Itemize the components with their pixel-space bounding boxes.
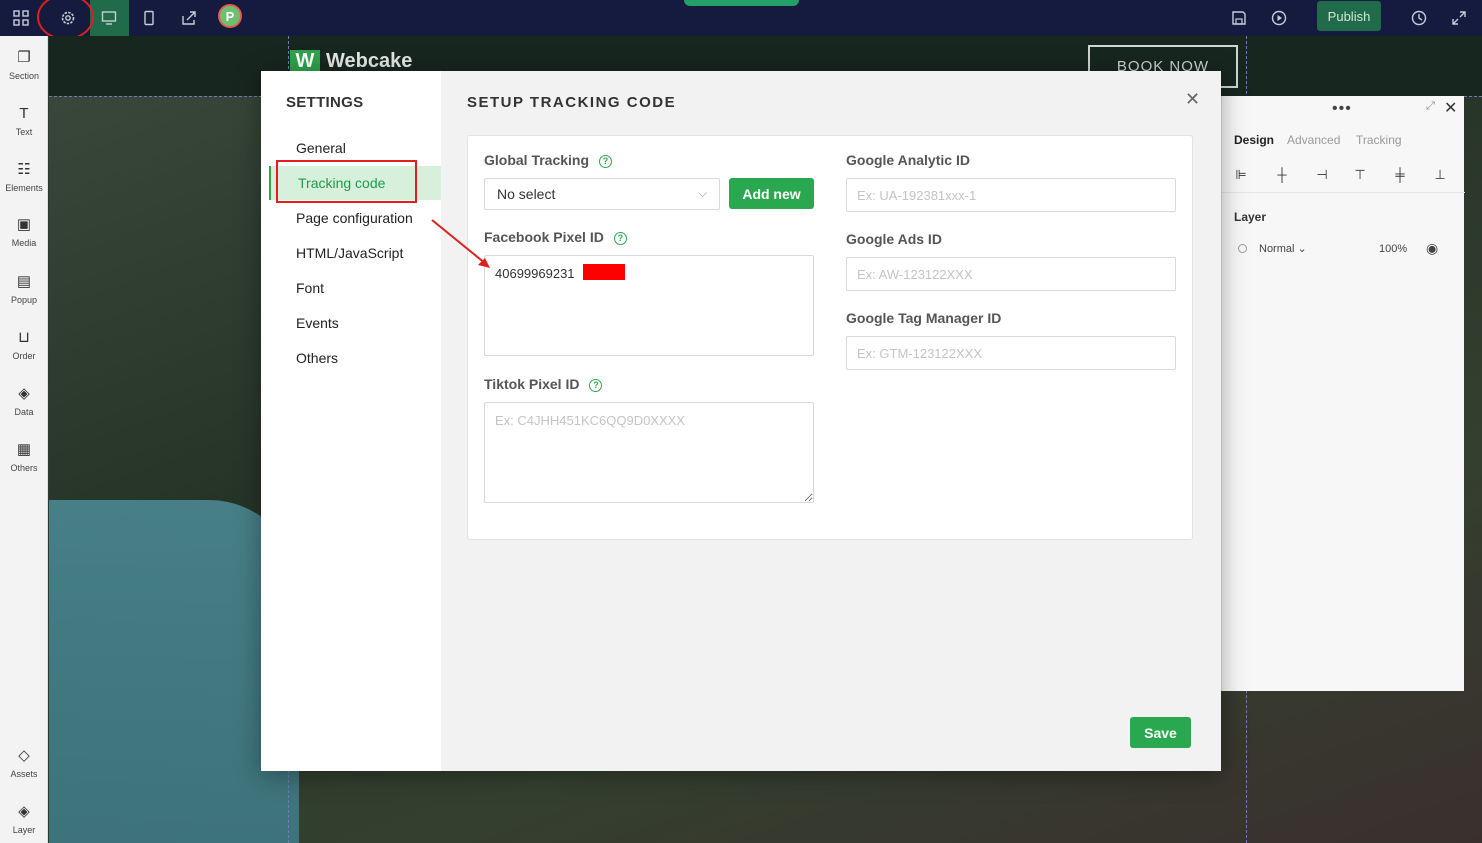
fullscreen-icon[interactable] [1447,6,1471,30]
tiktok-pixel-label: Tiktok Pixel ID? [484,376,603,392]
tracking-card: Global Tracking? No select ⌵ Add new Fac… [467,135,1193,540]
help-icon[interactable]: ? [599,155,613,168]
tab-design[interactable]: Design [1234,133,1274,147]
save-button[interactable]: Save [1130,717,1191,748]
tab-advanced[interactable]: Advanced [1287,133,1340,147]
preview-icon[interactable] [1267,6,1291,30]
nav-item-others[interactable]: Others [261,341,441,375]
sidebar-item-media[interactable]: ▣ Media [0,216,48,248]
divider [1222,192,1465,193]
close-icon[interactable]: ✕ [1444,98,1457,118]
annotation-box [276,160,417,203]
settings-modal: SETTINGS General Tracking code Page conf… [261,71,1221,771]
align-top-icon[interactable]: ⊤ [1350,167,1370,183]
nav-item-font[interactable]: Font [261,271,441,305]
eye-icon[interactable]: ◉ [1426,240,1438,257]
sidebar-item-others[interactable]: ▦ Others [0,441,48,473]
top-toolbar: P Publish [0,0,1482,40]
sidebar-item-layer[interactable]: ◈ Layer [0,803,48,835]
text-icon: T [19,105,29,122]
redaction-box [583,264,625,280]
settings-title: SETTINGS [286,94,364,111]
annotation-arrow [431,219,490,268]
layer-icon: ◈ [18,803,30,820]
help-icon[interactable]: ? [589,379,603,392]
sidebar-item-order[interactable]: ⊔ Order [0,329,48,361]
blend-mode-value: Normal [1259,243,1295,255]
top-center-tab[interactable] [684,0,799,6]
align-middle-icon[interactable]: ╪ [1390,167,1410,182]
modal-title: SETUP TRACKING CODE [467,94,677,111]
expand-icon[interactable]: ⤢ [1426,100,1435,113]
google-ads-field[interactable] [846,257,1176,291]
avatar[interactable]: P [218,4,242,28]
global-tracking-select[interactable]: No select ⌵ [484,178,720,210]
nav-item-events[interactable]: Events [261,306,441,340]
help-icon[interactable]: ? [613,232,627,245]
google-tag-manager-label: Google Tag Manager ID [846,310,1002,326]
logo-text: Webcake [326,50,413,72]
sidebar-item-popup[interactable]: ▤ Popup [0,273,48,305]
align-left-icon[interactable]: ⊫ [1231,167,1251,183]
left-sidebar: ❐ Section T Text ☷ Elements ▣ Media ▤ Po… [0,36,48,843]
align-right-icon[interactable]: ⊣ [1312,167,1332,183]
tab-tracking[interactable]: Tracking [1356,133,1402,147]
google-analytic-field[interactable] [846,178,1176,212]
google-ads-label: Google Ads ID [846,231,942,247]
elements-icon: ☷ [17,161,31,178]
media-icon: ▣ [16,216,32,233]
chevron-down-icon: ⌵ [697,186,707,200]
global-tracking-label: Global Tracking? [484,152,613,168]
global-tracking-value: No select [497,186,556,202]
sidebar-item-text[interactable]: T Text [0,105,48,137]
google-analytic-label: Google Analytic ID [846,152,970,168]
sidebar-item-section[interactable]: ❐ Section [0,49,48,81]
nav-item-page-configuration[interactable]: Page configuration [261,201,441,235]
nav-item-html-javascript[interactable]: HTML/JavaScript [261,236,441,270]
save-icon[interactable] [1227,6,1251,30]
facebook-pixel-value: 40699969231 [495,266,575,281]
grid-icon[interactable] [9,6,33,30]
align-center-icon[interactable]: ┼ [1272,167,1292,182]
tiktok-pixel-field[interactable] [484,402,814,503]
sidebar-item-elements[interactable]: ☷ Elements [0,161,48,193]
annotation-circle [37,0,94,40]
desktop-icon[interactable] [97,6,121,30]
history-icon[interactable] [1407,6,1431,30]
share-icon[interactable] [177,6,201,30]
mobile-icon[interactable] [137,6,161,30]
cart-icon: ⊔ [18,329,30,346]
layer-title: Layer [1234,210,1267,224]
blend-mode-select[interactable]: Normal ⌄ [1259,242,1307,255]
properties-panel: ••• ⤢ ✕ Design Advanced Tracking ⊫ ┼ ⊣ ⊤… [1221,96,1465,691]
settings-nav: SETTINGS General Tracking code Page conf… [261,71,441,771]
sidebar-item-assets[interactable]: ◇ Assets [0,747,48,779]
layers-icon: ◈ [18,385,30,402]
add-new-button[interactable]: Add new [729,178,814,209]
sidebar-item-data[interactable]: ◈ Data [0,385,48,417]
assets-icon: ◇ [18,747,30,764]
opacity-value[interactable]: 100% [1379,243,1407,255]
align-bottom-icon[interactable]: ⊥ [1430,167,1450,183]
blend-icon [1238,244,1247,253]
facebook-pixel-label: Facebook Pixel ID? [484,229,627,245]
close-icon[interactable]: ✕ [1185,89,1200,110]
google-tag-manager-field[interactable] [846,336,1176,370]
chevron-down-icon: ⌄ [1297,243,1307,255]
publish-button[interactable]: Publish [1317,1,1381,31]
others-icon: ▦ [16,441,32,458]
section-icon: ❐ [17,49,31,66]
popup-icon: ▤ [16,273,32,290]
more-icon[interactable]: ••• [1332,100,1352,118]
